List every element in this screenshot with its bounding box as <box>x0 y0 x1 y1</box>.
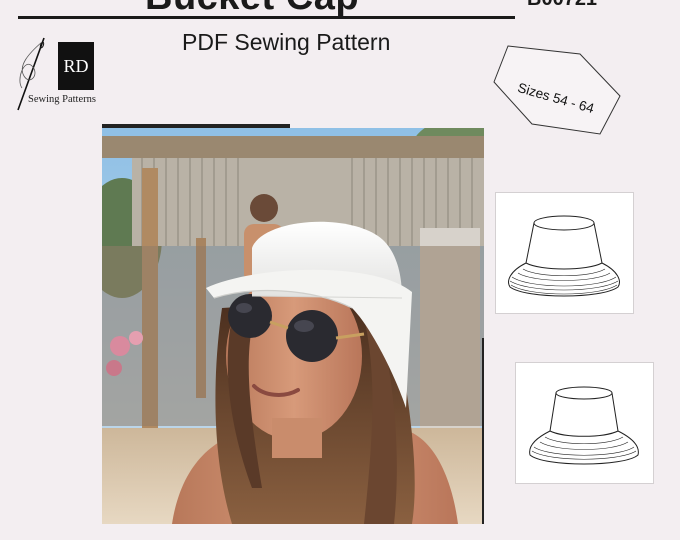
pattern-code: B00721 <box>527 0 597 11</box>
model-photo <box>102 128 484 524</box>
hat-line-drawing-icon <box>529 386 639 465</box>
hat-line-drawing-icon <box>508 215 620 297</box>
logo-badge: RD <box>58 42 94 90</box>
hat-sketch-front <box>495 192 634 314</box>
brand-logo: RD Sewing Patterns <box>14 36 104 111</box>
title-underline <box>18 16 515 19</box>
logo-initials: RD <box>63 55 89 76</box>
subtitle: PDF Sewing Pattern <box>182 29 391 55</box>
hat-sketch-side <box>515 362 654 484</box>
photo-accent-line-right <box>482 338 484 524</box>
logo-text: Sewing Patterns <box>28 94 96 105</box>
photo-illustration <box>102 128 484 524</box>
